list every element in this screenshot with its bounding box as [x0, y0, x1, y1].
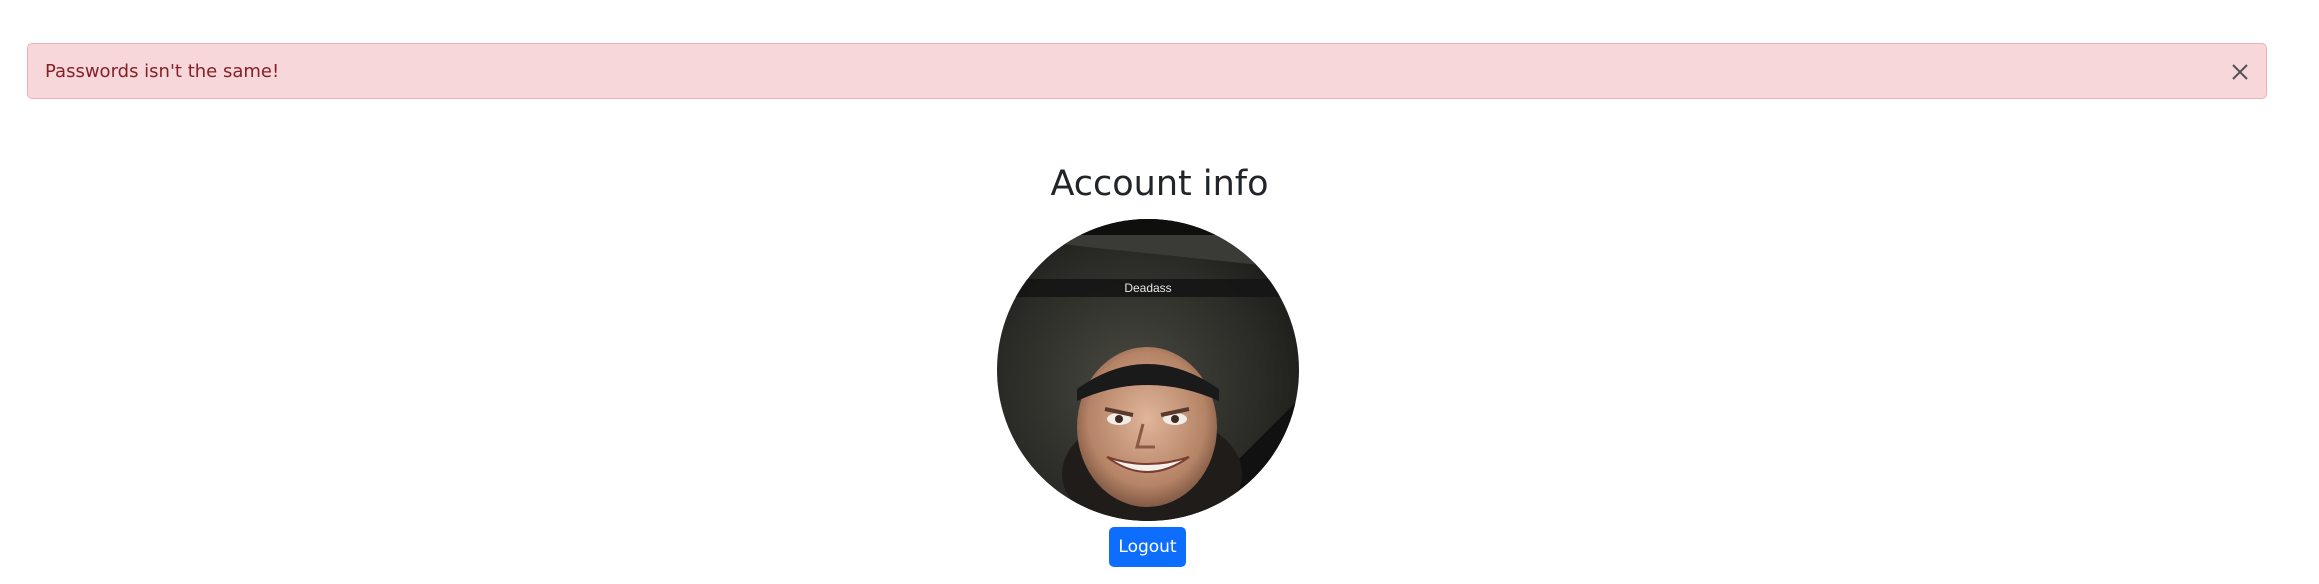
- avatar: Deadass: [997, 219, 1299, 521]
- page-title: Account info: [1050, 164, 1269, 204]
- alert-message: Passwords isn't the same!: [45, 61, 280, 82]
- logout-button[interactable]: Logout: [1109, 527, 1186, 567]
- close-icon[interactable]: [2226, 58, 2254, 86]
- avatar-caption: Deadass: [1124, 281, 1172, 295]
- error-alert: Passwords isn't the same!: [27, 43, 2267, 99]
